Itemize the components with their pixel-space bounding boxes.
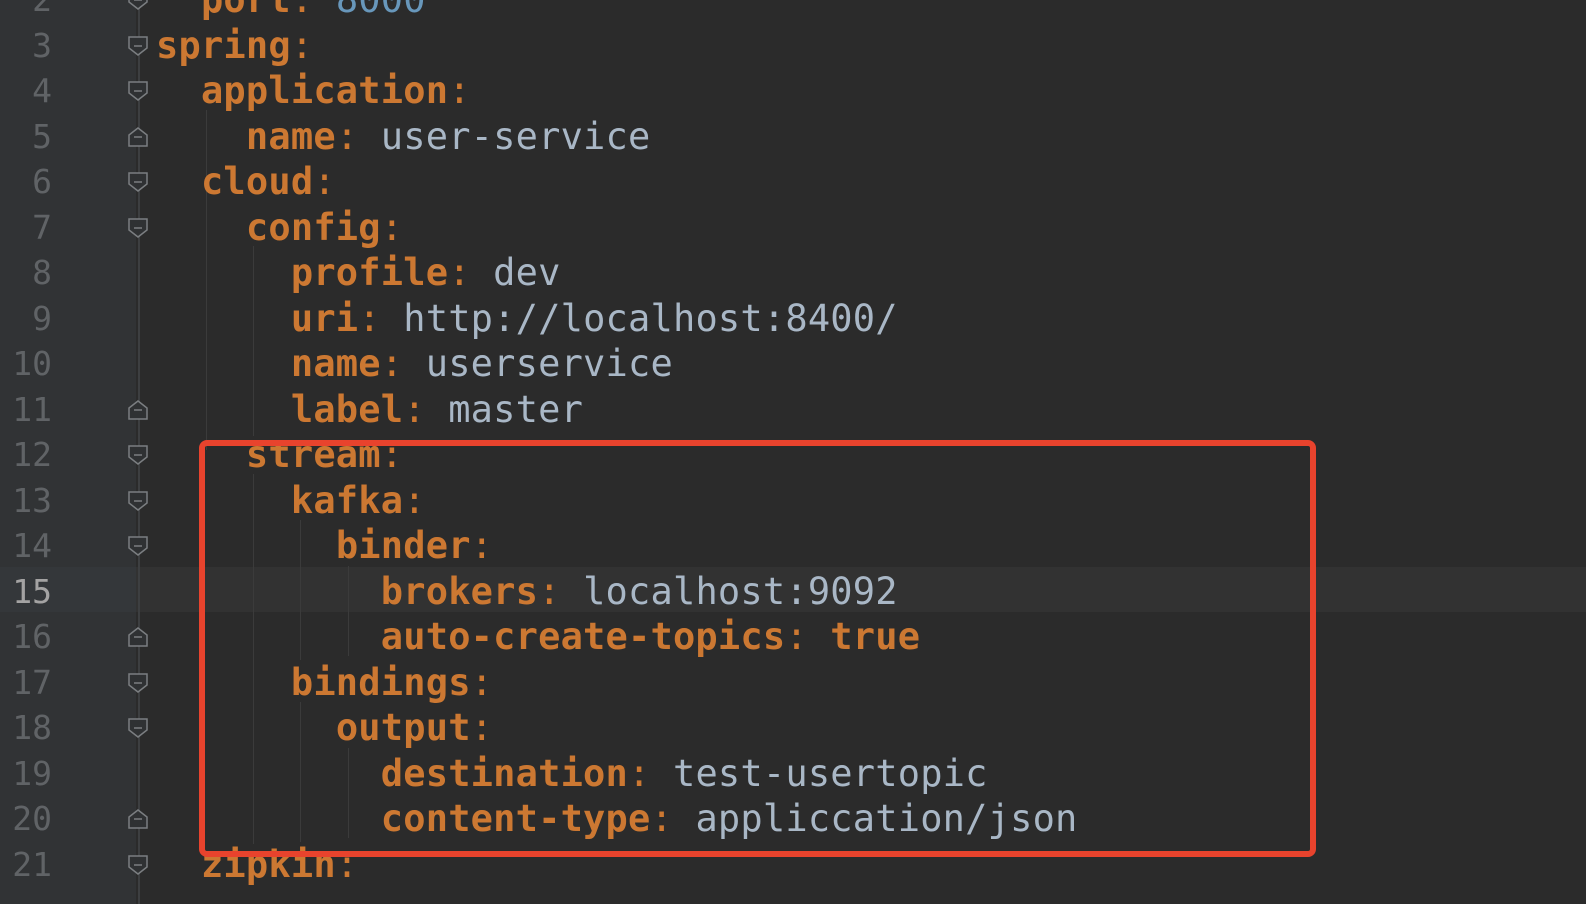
code-line[interactable]: 6 cloud: (0, 159, 1586, 205)
line-number: 7 (32, 207, 52, 247)
fold-end-icon[interactable] (127, 626, 149, 648)
yaml-value: master (425, 387, 584, 431)
line-number: 12 (12, 435, 52, 474)
code-line[interactable]: 2 port: 8000 (0, 0, 1586, 23)
line-number: 17 (12, 662, 52, 702)
line-number: 18 (12, 708, 52, 747)
line-number: 10 (12, 344, 52, 383)
line-number: 3 (32, 25, 52, 65)
code-text[interactable]: application: (156, 68, 471, 114)
yaml-key: cloud (200, 160, 314, 203)
yaml-colon: : (313, 160, 336, 203)
yaml-colon: : (358, 296, 381, 340)
annotation-highlight-box (199, 440, 1316, 857)
fold-collapse-icon[interactable] (127, 171, 149, 193)
fold-collapse-icon[interactable] (127, 672, 149, 694)
line-number: 11 (12, 389, 52, 429)
line-number: 19 (12, 753, 52, 793)
yaml-key: application (200, 69, 449, 112)
fold-collapse-icon[interactable] (127, 854, 149, 876)
code-text[interactable]: uri: http://localhost:8400/ (156, 296, 898, 342)
fold-collapse-icon[interactable] (127, 535, 149, 557)
code-line[interactable]: 3 spring: (0, 23, 1586, 69)
yaml-colon: : (291, 0, 313, 21)
yaml-key: name (290, 342, 381, 385)
line-number: 14 (12, 526, 52, 565)
yaml-value: http://localhost:8400/ (380, 296, 898, 340)
fold-collapse-icon[interactable] (127, 0, 149, 11)
yaml-key: label (290, 387, 404, 431)
yaml-key: uri (290, 296, 359, 340)
yaml-value: dev (470, 251, 561, 294)
code-line[interactable]: 8 profile: dev (0, 250, 1586, 296)
code-line[interactable]: 7 config: (0, 205, 1586, 251)
code-line[interactable]: 10 name: userservice (0, 341, 1586, 387)
line-number: 20 (12, 799, 52, 838)
yaml-key: spring (156, 23, 291, 67)
code-text[interactable]: profile: dev (156, 250, 561, 296)
code-line[interactable]: 11 label: master (0, 387, 1586, 433)
yaml-colon: : (380, 342, 404, 385)
code-text[interactable]: name: user-service (156, 114, 650, 160)
yaml-colon: : (380, 205, 404, 249)
line-number: 8 (32, 253, 52, 292)
line-number: 2 (0, 0, 52, 23)
code-text[interactable]: name: userservice (156, 341, 673, 387)
fold-end-icon[interactable] (127, 399, 149, 421)
line-number: 16 (12, 617, 52, 656)
code-line[interactable]: 9 uri: http://localhost:8400/ (0, 296, 1586, 342)
line-number: 15 (12, 571, 52, 611)
fold-collapse-icon[interactable] (127, 35, 149, 57)
code-text[interactable]: port: 8000 (156, 0, 426, 23)
line-number: 13 (12, 480, 52, 520)
fold-collapse-icon[interactable] (127, 80, 149, 102)
yaml-colon: : (448, 251, 471, 294)
yaml-value: userservice (403, 342, 673, 385)
line-number: 6 (32, 162, 52, 201)
yaml-key: port (201, 0, 291, 21)
yaml-colon: : (403, 387, 426, 431)
code-text[interactable]: label: master (156, 387, 583, 433)
line-number: 21 (12, 844, 52, 884)
code-text[interactable]: cloud: (156, 159, 336, 205)
code-text[interactable]: config: (156, 205, 403, 251)
fold-collapse-icon[interactable] (127, 444, 149, 466)
yaml-key: profile (290, 251, 449, 294)
yaml-colon: : (448, 69, 471, 112)
line-number: 5 (32, 116, 52, 156)
fold-collapse-icon[interactable] (127, 490, 149, 512)
fold-end-icon[interactable] (127, 808, 149, 830)
code-line[interactable]: 4 application: (0, 68, 1586, 114)
yaml-value: 8000 (313, 0, 426, 21)
yaml-key: config (245, 205, 381, 249)
line-number: 4 (32, 71, 52, 110)
fold-end-icon[interactable] (127, 126, 149, 148)
fold-collapse-icon[interactable] (127, 217, 149, 239)
yaml-value: user-service (358, 114, 651, 158)
yaml-key: name (245, 114, 336, 158)
yaml-colon: : (335, 114, 359, 158)
code-line[interactable]: 5 name: user-service (0, 114, 1586, 160)
code-editor[interactable]: 2 port: 80003spring:4 application:5 name… (0, 0, 1586, 904)
line-number: 9 (32, 298, 52, 338)
yaml-colon: : (290, 23, 314, 67)
code-text[interactable]: spring: (156, 23, 313, 69)
fold-collapse-icon[interactable] (127, 717, 149, 739)
